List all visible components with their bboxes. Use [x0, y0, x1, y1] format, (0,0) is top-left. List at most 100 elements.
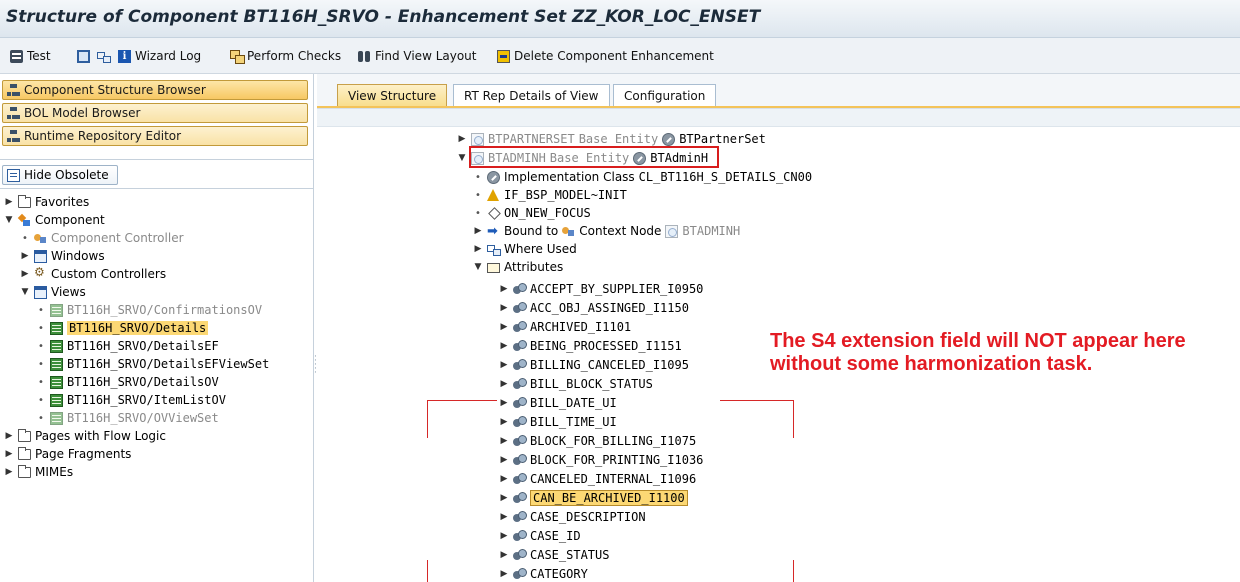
method-node-on-new-focus[interactable]: • ON_NEW_FOCUS: [473, 204, 591, 222]
collapse-icon[interactable]: ▼: [473, 262, 483, 272]
find-view-layout-button[interactable]: Find View Layout: [358, 48, 476, 64]
attributes-node[interactable]: ▼ Attributes: [473, 258, 564, 276]
diamond-icon: [487, 207, 500, 220]
expand-icon[interactable]: ▶: [473, 226, 483, 236]
bullet-icon: •: [38, 412, 44, 424]
runtime-repository-editor-button[interactable]: Runtime Repository Editor: [2, 126, 308, 146]
expand-icon[interactable]: ▶: [499, 455, 509, 465]
bol-model-browser-button[interactable]: BOL Model Browser: [2, 103, 308, 123]
expand-icon[interactable]: ▶: [499, 322, 509, 332]
view-item[interactable]: • BT116H_SRVO/DetailsOV: [36, 373, 219, 391]
attribute-row[interactable]: ▶ CASE_DESCRIPTION: [499, 508, 646, 526]
tree-label: Windows: [51, 249, 105, 263]
tree-node-page-fragments[interactable]: ▶ Page Fragments: [4, 445, 131, 463]
expand-icon[interactable]: ▶: [499, 417, 509, 427]
attribute-row[interactable]: ▶ CANCELED_INTERNAL_I1096: [499, 470, 697, 488]
view-item[interactable]: • BT116H_SRVO/DetailsEFViewSet: [36, 355, 269, 373]
expand-icon[interactable]: ▶: [499, 341, 509, 351]
delete-enhancement-button[interactable]: Delete Component Enhancement: [497, 48, 714, 64]
view-item[interactable]: • BT116H_SRVO/ItemListOV: [36, 391, 226, 409]
tab-strip: View Structure RT Rep Details of View Co…: [317, 82, 1240, 106]
expand-icon[interactable]: ▶: [20, 269, 30, 279]
folder-icon: [18, 194, 31, 208]
attribute-row[interactable]: ▶ BLOCK_FOR_BILLING_I1075: [499, 432, 697, 450]
expand-icon[interactable]: ▶: [499, 379, 509, 389]
tree-node-component-controller[interactable]: • Component Controller: [20, 229, 183, 247]
tab-configuration[interactable]: Configuration: [613, 84, 717, 106]
expand-icon[interactable]: ▶: [4, 449, 14, 459]
wizard-log-button[interactable]: i Wizard Log: [118, 48, 201, 64]
expand-icon[interactable]: ▶: [4, 197, 14, 207]
tab-rt-rep-details[interactable]: RT Rep Details of View: [453, 84, 610, 106]
expand-icon[interactable]: ▶: [499, 512, 509, 522]
expand-icon[interactable]: ▶: [4, 467, 14, 477]
view-item[interactable]: • BT116H_SRVO/OVViewSet: [36, 409, 219, 427]
attribute-row[interactable]: ▶ CASE_STATUS: [499, 546, 610, 564]
view-item-selected[interactable]: • BT116H_SRVO/Details: [36, 319, 209, 337]
expand-icon[interactable]: ▶: [4, 431, 14, 441]
implementation-class-node[interactable]: • Implementation Class CL_BT116H_S_DETAI…: [473, 168, 812, 186]
tree-node-component[interactable]: ▼ Component: [4, 211, 105, 229]
attribute-row[interactable]: ▶ BILL_BLOCK_STATUS: [499, 375, 653, 393]
attribute-row[interactable]: ▶ ACCEPT_BY_SUPPLIER_I0950: [499, 280, 704, 298]
expand-icon[interactable]: ▶: [20, 251, 30, 261]
bracket-left-bottom: [427, 560, 428, 582]
bullet-icon: •: [22, 232, 28, 244]
tree-node-pages-with-flow-logic[interactable]: ▶ Pages with Flow Logic: [4, 427, 166, 445]
attribute-icon: [513, 282, 527, 296]
expand-icon[interactable]: ▶: [499, 303, 509, 313]
tree-label: Views: [51, 285, 86, 299]
expand-icon[interactable]: ▶: [473, 244, 483, 254]
expand-icon[interactable]: ▶: [499, 436, 509, 446]
attribute-row[interactable]: ▶ ACC_OBJ_ASSINGED_I1150: [499, 299, 689, 317]
expand-icon[interactable]: ▶: [499, 569, 509, 579]
attribute-row[interactable]: ▶ ARCHIVED_I1101: [499, 318, 632, 336]
expand-icon[interactable]: ▶: [499, 493, 509, 503]
attribute-row[interactable]: ▶ BEING_PROCESSED_I1151: [499, 337, 682, 355]
hide-obsolete-button[interactable]: Hide Obsolete: [2, 165, 118, 185]
tree-node-custom-controllers[interactable]: ▶ Custom Controllers: [20, 265, 167, 283]
view-label: BT116H_SRVO/DetailsEFViewSet: [67, 357, 270, 371]
where-used-label: Where Used: [504, 242, 577, 256]
expand-icon[interactable]: ▶: [499, 284, 509, 294]
frame-button[interactable]: [77, 48, 90, 64]
test-button[interactable]: Test: [10, 48, 51, 64]
hide-obsolete-icon: [7, 168, 20, 182]
perform-checks-button[interactable]: Perform Checks: [230, 48, 341, 64]
expand-icon[interactable]: ▶: [499, 550, 509, 560]
where-used-node[interactable]: ▶ Where Used: [473, 240, 577, 258]
expand-icon[interactable]: ▶: [499, 474, 509, 484]
tree-node-favorites[interactable]: ▶ Favorites: [4, 193, 89, 211]
attribute-row[interactable]: ▶ CASE_ID: [499, 527, 581, 545]
expand-icon[interactable]: ▶: [499, 360, 509, 370]
tab-view-structure[interactable]: View Structure: [337, 84, 448, 106]
method-node-init[interactable]: • IF_BSP_MODEL~INIT: [473, 186, 627, 204]
view-item[interactable]: • BT116H_SRVO/ConfirmationsOV: [36, 301, 262, 319]
expand-icon[interactable]: ▶: [499, 398, 509, 408]
structure-icon: [7, 83, 20, 97]
tree-node-mimes[interactable]: ▶ MIMEs: [4, 463, 73, 481]
attribute-row[interactable]: ▶ BILL_TIME_UI: [499, 413, 617, 431]
where-used-button[interactable]: [97, 48, 111, 64]
tree-node-windows[interactable]: ▶ Windows: [20, 247, 105, 265]
view-item[interactable]: • BT116H_SRVO/DetailsEF: [36, 337, 219, 355]
attribute-row[interactable]: ▶ BLOCK_FOR_PRINTING_I1036: [499, 451, 704, 469]
collapse-icon[interactable]: ▼: [457, 153, 467, 163]
tree-node-views[interactable]: ▼ Views: [20, 283, 86, 301]
attribute-row[interactable]: ▶ BILL_DATE_UI: [499, 394, 617, 412]
wizard-log-label: Wizard Log: [135, 49, 202, 63]
attribute-name: CASE_STATUS: [530, 548, 610, 562]
component-structure-browser-button[interactable]: Component Structure Browser: [2, 80, 308, 100]
attribute-name: CASE_DESCRIPTION: [530, 510, 646, 524]
expand-icon[interactable]: ▶: [499, 531, 509, 541]
attribute-icon: [513, 396, 527, 410]
bound-to-node[interactable]: ▶ ➡ Bound to Context Node BTADMINH: [473, 222, 741, 240]
expand-icon[interactable]: ▶: [457, 134, 467, 144]
bullet-icon: •: [38, 376, 44, 388]
collapse-icon[interactable]: ▼: [20, 287, 30, 297]
collapse-icon[interactable]: ▼: [4, 215, 14, 225]
attribute-row[interactable]: ▶ CATEGORY: [499, 565, 588, 582]
attribute-row-selected[interactable]: ▶ CAN_BE_ARCHIVED_I1100: [499, 489, 688, 507]
attribute-row[interactable]: ▶ BILLING_CANCELED_I1095: [499, 356, 689, 374]
checks-icon: [230, 49, 245, 64]
